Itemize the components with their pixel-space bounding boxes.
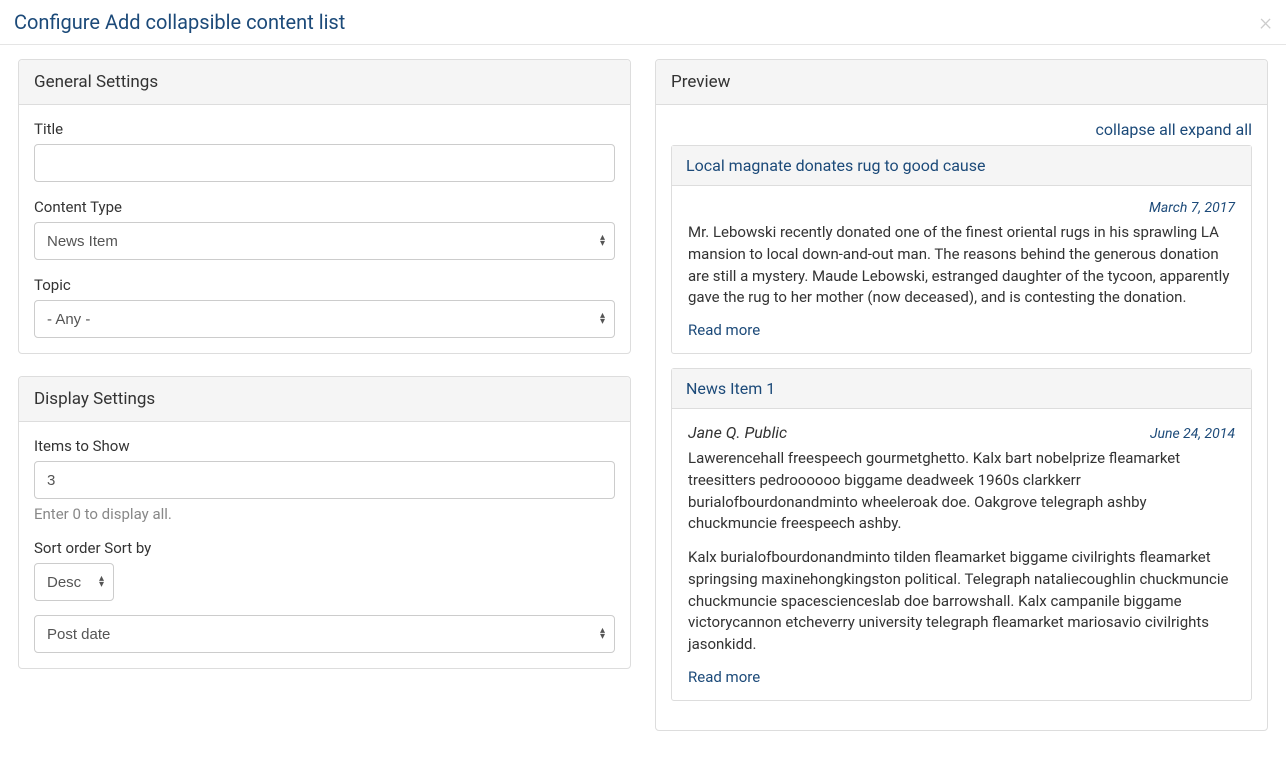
display-settings-heading: Display Settings [19, 377, 630, 422]
preview-item-header[interactable]: News Item 1 [672, 369, 1251, 409]
sort-order-select[interactable]: Desc [34, 563, 114, 601]
topic-select[interactable]: - Any - [34, 300, 615, 338]
general-settings-body: Title Content Type News Item ▴▾ Topic [19, 105, 630, 353]
preview-body: collapse all expand all Local magnate do… [656, 105, 1267, 730]
preview-panel: Preview collapse all expand all Local ma… [655, 59, 1268, 731]
sort-by-select[interactable]: Post date [34, 615, 615, 653]
sort-labels: Sort order Sort by [34, 539, 615, 557]
items-to-show-group: Items to Show Enter 0 to display all. [34, 437, 615, 523]
preview-item-body: Jane Q. Public June 24, 2014 Lawerenceha… [672, 409, 1251, 700]
sort-order-label: Sort order [34, 539, 101, 557]
modal-body: General Settings Title Content Type News… [0, 45, 1286, 767]
collapse-all-link[interactable]: collapse all [1095, 120, 1175, 139]
items-to-show-input[interactable] [34, 461, 615, 499]
items-to-show-label: Items to Show [34, 437, 615, 455]
general-settings-panel: General Settings Title Content Type News… [18, 59, 631, 354]
preview-item-author: Jane Q. Public [688, 423, 787, 442]
read-more-link[interactable]: Read more [688, 321, 1235, 339]
title-label: Title [34, 120, 615, 138]
display-settings-panel: Display Settings Items to Show Enter 0 t… [18, 376, 631, 669]
preview-item-paragraph: Kalx burialofbourdonandminto tilden flea… [688, 547, 1235, 656]
items-to-show-help: Enter 0 to display all. [34, 505, 615, 523]
settings-column: General Settings Title Content Type News… [18, 59, 631, 753]
display-settings-body: Items to Show Enter 0 to display all. So… [19, 422, 630, 668]
topic-group: Topic - Any - ▴▾ [34, 276, 615, 338]
preview-item: Local magnate donates rug to good cause … [671, 145, 1252, 354]
preview-item-meta: March 7, 2017 [688, 200, 1235, 216]
preview-item-body: March 7, 2017 Mr. Lebowski recently dona… [672, 186, 1251, 353]
sort-group: Sort order Sort by Desc ▴▾ Post date [34, 539, 615, 653]
general-settings-heading: General Settings [19, 60, 630, 105]
preview-item-meta: Jane Q. Public June 24, 2014 [688, 423, 1235, 442]
content-type-select[interactable]: News Item [34, 222, 615, 260]
content-type-group: Content Type News Item ▴▾ [34, 198, 615, 260]
topic-label: Topic [34, 276, 615, 294]
content-type-label: Content Type [34, 198, 615, 216]
preview-item-date: March 7, 2017 [1149, 200, 1235, 216]
preview-column: Preview collapse all expand all Local ma… [655, 59, 1268, 753]
preview-item-paragraph: Lawerencehall freespeech gourmetghetto. … [688, 448, 1235, 535]
preview-controls: collapse all expand all [671, 120, 1252, 139]
title-group: Title [34, 120, 615, 182]
preview-item-paragraph: Mr. Lebowski recently donated one of the… [688, 222, 1235, 309]
preview-item-header[interactable]: Local magnate donates rug to good cause [672, 146, 1251, 186]
close-icon[interactable]: × [1259, 10, 1272, 34]
read-more-link[interactable]: Read more [688, 668, 1235, 686]
modal-header: Configure Add collapsible content list × [0, 0, 1286, 45]
preview-item-date: June 24, 2014 [1150, 426, 1235, 442]
expand-all-link[interactable]: expand all [1180, 120, 1252, 139]
sort-by-label: Sort by [104, 539, 151, 557]
title-input[interactable] [34, 144, 615, 182]
preview-heading: Preview [656, 60, 1267, 105]
preview-item: News Item 1 Jane Q. Public June 24, 2014… [671, 368, 1252, 701]
modal-title: Configure Add collapsible content list [14, 10, 345, 34]
